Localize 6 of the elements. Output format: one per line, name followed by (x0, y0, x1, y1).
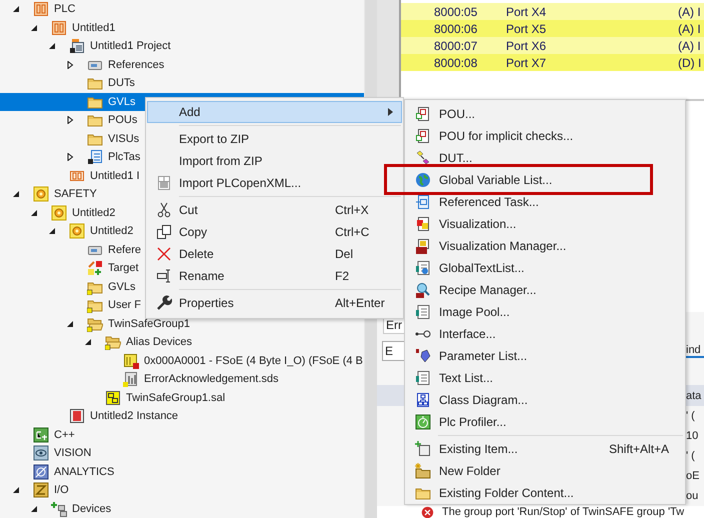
message-text: ' ( (686, 410, 696, 422)
message-text: The group port 'Run/Stop' of TwinSAFE group 'Tw (442, 506, 684, 518)
message-text: ou (686, 490, 700, 502)
message-text: ' ( (686, 450, 696, 462)
message-text: 10 (686, 430, 700, 442)
message-text: oE (686, 470, 700, 482)
